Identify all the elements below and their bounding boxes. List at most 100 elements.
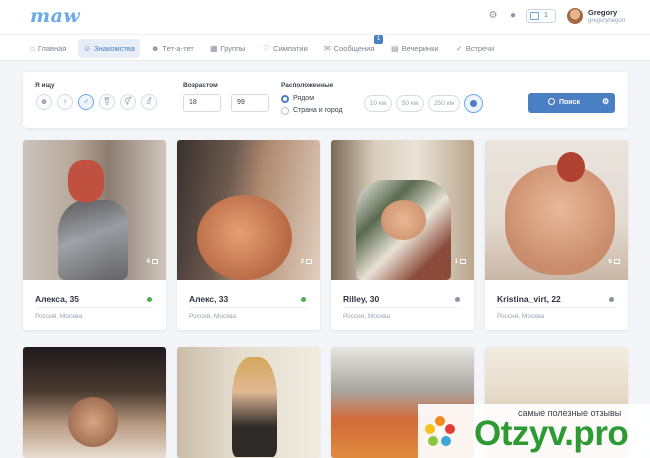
nav-item-parties[interactable]: ▤ Вечеринки — [386, 39, 444, 58]
photo-count: 4 — [146, 258, 158, 265]
profile-card[interactable]: 6 Kristina_virt, 22 Россия, Москва — [485, 140, 628, 330]
settings-icon[interactable]: ⚙ — [602, 97, 609, 106]
main-nav: ⌂ Главная ☺ Знакомства ☻ Тет-а-тет ▦ Гру… — [0, 34, 650, 61]
offline-status-dot — [455, 297, 460, 302]
photo-figure-top — [381, 200, 426, 240]
radio-nearby[interactable] — [281, 95, 289, 103]
nav-item-dating[interactable]: ☺ Знакомства — [78, 39, 140, 58]
calendar-icon: ▤ — [391, 44, 399, 53]
trans-icon[interactable]: ⚧ — [99, 94, 115, 110]
wallet-icon — [530, 12, 539, 20]
nav-item-label: Вечеринки — [401, 44, 439, 53]
divider — [343, 307, 462, 308]
profile-photo[interactable] — [177, 347, 320, 458]
photo-count-value: 4 — [146, 258, 150, 265]
profile-card[interactable]: 1 Rilley, 30 Россия, Москва — [331, 140, 474, 330]
heart-icon: ♡ — [263, 44, 271, 53]
wallet-button[interactable]: 1 — [526, 9, 556, 23]
profile-name[interactable]: Алекс, 33 — [189, 294, 228, 304]
location-label: Расположенные — [281, 82, 334, 89]
nav-item-label: Симпатии — [273, 44, 308, 53]
divider — [35, 307, 154, 308]
groups-icon: ▦ — [210, 44, 218, 53]
profile-shield-icon[interactable]: ● — [507, 10, 519, 22]
avatar[interactable] — [567, 8, 583, 24]
search-button[interactable]: Поиск ⚙ — [528, 93, 615, 113]
image-icon — [152, 259, 158, 264]
radio-nearby-label: Рядом — [293, 95, 315, 102]
image-icon — [614, 259, 620, 264]
radius-250km[interactable]: 250 км — [428, 95, 460, 112]
user-icon: ☺ — [83, 44, 92, 53]
profile-name[interactable]: Rilley, 30 — [343, 294, 379, 304]
profile-location: Россия, Москва — [497, 313, 545, 320]
nav-item-groups[interactable]: ▦ Группы — [205, 39, 251, 58]
photo-count: 3 — [300, 258, 312, 265]
nav-item-messages[interactable]: ✉ Сообщения — [319, 39, 379, 58]
nav-item-label: Сообщения — [333, 44, 375, 53]
profile-card[interactable] — [177, 347, 320, 458]
home-icon: ⌂ — [30, 44, 35, 53]
photo-figure — [505, 165, 615, 275]
radio-country-city[interactable] — [281, 107, 289, 115]
couple-icon[interactable]: ☻ — [36, 94, 52, 110]
watermark-brand: Otzyv.pro — [474, 414, 629, 453]
app-logo[interactable]: maw — [30, 5, 80, 27]
photo-figure — [58, 200, 128, 280]
profile-card[interactable] — [23, 347, 166, 458]
woman-icon[interactable]: ♀ — [57, 94, 73, 110]
nav-item-meetings[interactable]: ✓ Встречи — [451, 39, 499, 58]
profile-card[interactable]: 4 Алекса, 35 Россия, Москва — [23, 140, 166, 330]
radius-10km[interactable]: 10 км — [364, 95, 392, 112]
profile-location: Россия, Москва — [343, 313, 391, 320]
nav-item-label: Главная — [37, 44, 67, 53]
female-symbol-icon[interactable]: ⚥ — [120, 94, 136, 110]
photo-figure — [68, 397, 118, 447]
nav-item-label: Встречи — [465, 44, 495, 53]
photo-figure-top — [557, 152, 585, 182]
search-button-label: Поиск — [559, 99, 581, 106]
profile-name[interactable]: Алекса, 35 — [35, 294, 79, 304]
nav-item-likes[interactable]: ♡ Симпатии — [258, 39, 313, 58]
profile-location: Россия, Москва — [189, 313, 237, 320]
photo-count: 6 — [608, 258, 620, 265]
otzyv-logo-icon — [425, 416, 455, 446]
profile-photo[interactable] — [331, 140, 474, 280]
radius-50km[interactable]: 50 км — [396, 95, 424, 112]
online-status-dot — [301, 297, 306, 302]
profile-photo[interactable] — [485, 140, 628, 280]
profile-card[interactable]: 3 Алекс, 33 Россия, Москва — [177, 140, 320, 330]
age-from-input[interactable]: 18 — [183, 94, 221, 112]
globe-icon[interactable] — [464, 94, 483, 113]
check-icon: ✓ — [456, 44, 463, 53]
nav-item-home[interactable]: ⌂ Главная — [25, 39, 71, 58]
users-icon: ☻ — [151, 44, 160, 53]
age-label: Возрастом — [183, 82, 218, 89]
nav-item-label: Тет-а-тет — [162, 44, 194, 53]
photo-count-value: 3 — [300, 258, 304, 265]
online-status-dot — [147, 297, 152, 302]
photo-figure — [232, 357, 277, 457]
nav-item-label: Знакомства — [94, 44, 135, 53]
nav-item-tete-a-tete[interactable]: ☻ Тет-а-тет — [146, 39, 199, 58]
offline-status-dot — [609, 297, 614, 302]
profile-photo[interactable] — [177, 140, 320, 280]
divider — [189, 307, 308, 308]
messages-badge: 1 — [374, 35, 383, 44]
search-icon — [548, 98, 555, 105]
bell-icon[interactable]: ⚙ — [487, 10, 499, 22]
user-name[interactable]: Gregory — [588, 8, 617, 17]
profile-photo[interactable] — [23, 347, 166, 458]
divider — [497, 307, 616, 308]
age-to-input[interactable]: 99 — [231, 94, 269, 112]
image-icon — [306, 259, 312, 264]
male-pair-icon[interactable]: ⚦ — [141, 94, 157, 110]
top-bar: maw ⚙ ● 1 Gregory gregoryhegun — [0, 0, 650, 34]
profile-name[interactable]: Kristina_virt, 22 — [497, 294, 561, 304]
profile-photo[interactable] — [23, 140, 166, 280]
nav-item-label: Группы — [220, 44, 246, 53]
seeking-label: Я ищу — [35, 82, 55, 89]
man-icon[interactable]: ♂ — [78, 94, 94, 110]
profile-location: Россия, Москва — [35, 313, 83, 320]
search-filter-panel: Я ищу ☻ ♀ ♂ ⚧ ⚥ ⚦ Возрастом 18 99 Распол… — [23, 72, 628, 128]
